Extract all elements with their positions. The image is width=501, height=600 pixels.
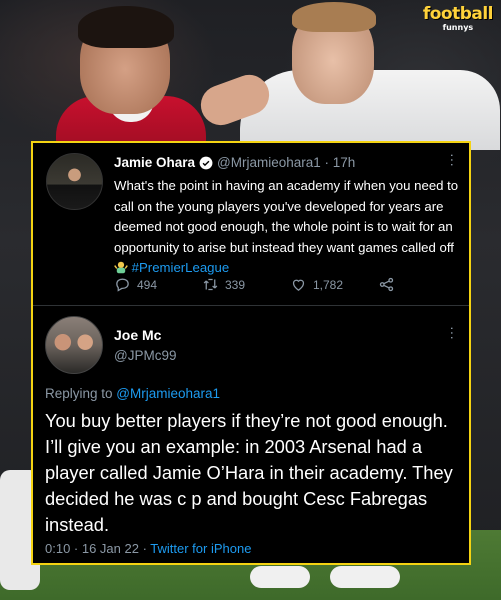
- retweet-icon: [203, 278, 218, 291]
- user-name[interactable]: Jamie Ohara: [114, 155, 195, 170]
- reply-count: 494: [137, 277, 158, 292]
- verified-badge-icon: [199, 156, 213, 169]
- reply-icon: [116, 278, 129, 292]
- reply-button[interactable]: 494: [114, 276, 202, 293]
- tweet-jamie-ohara[interactable]: Jamie Ohara @Mrjamieohara1 · 17h ··· Wha…: [33, 143, 469, 301]
- like-count: 1,782: [313, 277, 344, 292]
- replying-prefix: Replying to: [45, 386, 117, 401]
- share-icon: [379, 277, 394, 292]
- shrug-emoji-icon: [114, 261, 128, 274]
- replying-to: Replying to @Mrjamieohara1: [45, 386, 220, 401]
- tweet-meta: 0:10 · 16 Jan 22 · Twitter for iPhone: [45, 541, 251, 556]
- logo-subtext: funnys: [442, 23, 474, 32]
- timestamp[interactable]: 0:10 · 16 Jan 22 ·: [45, 541, 150, 556]
- avatar[interactable]: [45, 316, 103, 374]
- avatar[interactable]: [46, 153, 103, 210]
- site-logo: football funnys: [422, 4, 494, 32]
- player-right-hair: [292, 2, 376, 32]
- user-handle[interactable]: @Mrjamieohara1 · 17h: [217, 155, 355, 170]
- like-icon: [292, 279, 305, 291]
- user-name[interactable]: Joe Mc: [114, 327, 161, 343]
- tweet-actions: 494 339 1,782: [114, 276, 466, 293]
- mention-link[interactable]: @Mrjamieohara1: [116, 386, 220, 401]
- boot: [250, 566, 310, 588]
- player-left-hair: [78, 6, 174, 48]
- boot: [330, 566, 400, 588]
- source-link[interactable]: Twitter for iPhone: [150, 541, 251, 556]
- tweet-text: What's the point in having an academy if…: [114, 176, 460, 279]
- hashtag-link[interactable]: #PremierLeague: [132, 260, 230, 275]
- user-handle[interactable]: @JPMc99: [114, 348, 176, 363]
- tweet-body: What's the point in having an academy if…: [114, 178, 459, 255]
- more-dots-icon[interactable]: ···: [445, 326, 461, 340]
- tweet-text: You buy better players if they’re not go…: [45, 410, 453, 535]
- share-button[interactable]: [378, 276, 466, 293]
- logo-text: football: [422, 4, 494, 24]
- tweet-card: Jamie Ohara @Mrjamieohara1 · 17h ··· Wha…: [31, 141, 471, 565]
- retweet-button[interactable]: 339: [202, 276, 290, 293]
- tweet-joe-mc[interactable]: Joe Mc @JPMc99 ··· Replying to @Mrjamieo…: [33, 306, 469, 563]
- like-button[interactable]: 1,782: [290, 276, 378, 293]
- tweet-header: Jamie Ohara @Mrjamieohara1 · 17h: [114, 155, 355, 170]
- more-dots-icon[interactable]: ···: [445, 153, 461, 167]
- retweet-count: 339: [225, 277, 246, 292]
